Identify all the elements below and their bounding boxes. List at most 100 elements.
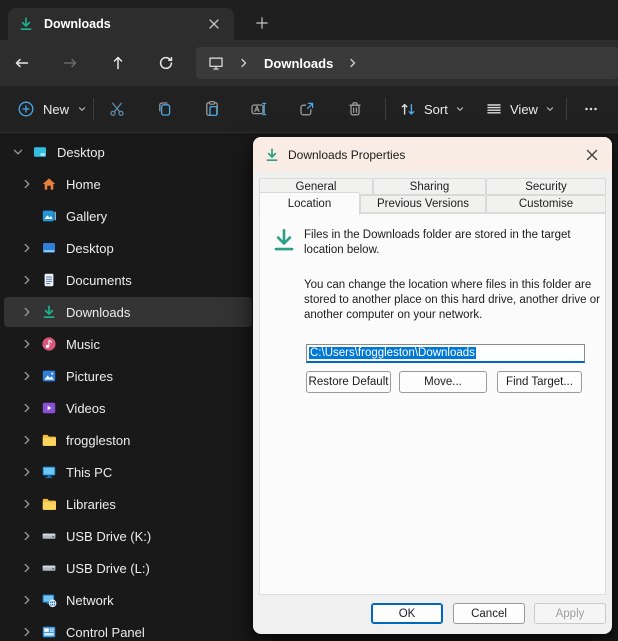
chevron-right-icon[interactable] [19, 400, 35, 416]
sidebar-item-pictures[interactable]: Pictures [4, 361, 252, 391]
chevron-right-icon[interactable] [19, 592, 35, 608]
dialog-close-icon[interactable] [583, 146, 601, 164]
share-button[interactable] [290, 92, 324, 126]
dialog-tab-previous-versions[interactable]: Previous Versions [360, 195, 486, 213]
view-button[interactable]: View [478, 93, 562, 125]
sidebar-item-desktop[interactable]: Desktop [4, 137, 252, 167]
cancel-button[interactable]: Cancel [453, 603, 525, 624]
sidebar-item-label: Desktop [66, 241, 114, 256]
sidebar-item-usb-drive-k[interactable]: USB Drive (K:) [4, 521, 252, 551]
move-button[interactable]: Move... [399, 371, 487, 393]
location-tab-page: Files in the Downloads folder are stored… [259, 213, 606, 595]
network-icon [41, 592, 57, 608]
this-pc-icon[interactable] [208, 55, 224, 71]
chevron-right-icon[interactable] [19, 368, 35, 384]
forward-button[interactable] [54, 47, 86, 79]
command-toolbar: New Sort View [0, 86, 618, 133]
chevron-right-icon[interactable] [345, 55, 361, 71]
sidebar-item-this-pc[interactable]: This PC [4, 457, 252, 487]
sidebar-item-control-panel[interactable]: Control Panel [4, 617, 252, 641]
dialog-tab-security[interactable]: Security [486, 178, 606, 195]
videos-icon [41, 400, 57, 416]
chevron-right-icon[interactable] [236, 55, 252, 71]
chevron-right-icon[interactable] [19, 496, 35, 512]
toolbar-separator [93, 98, 94, 120]
breadcrumb-downloads[interactable]: Downloads [264, 56, 333, 71]
back-button[interactable] [6, 47, 38, 79]
sidebar-item-label: Control Panel [66, 625, 145, 640]
new-label: New [43, 102, 69, 117]
downloads-icon [18, 16, 34, 32]
sidebar-item-music[interactable]: Music [4, 329, 252, 359]
chevron-right-icon[interactable] [19, 528, 35, 544]
sidebar-item-label: Libraries [66, 497, 116, 512]
sidebar-item-gallery[interactable]: Gallery [4, 201, 252, 231]
rename-button[interactable] [242, 92, 276, 126]
find-target-button[interactable]: Find Target... [497, 371, 582, 393]
copy-button[interactable] [147, 92, 181, 126]
cut-button[interactable] [100, 92, 134, 126]
toolbar-separator [566, 98, 567, 120]
refresh-button[interactable] [150, 47, 182, 79]
sidebar-item-label: Videos [66, 401, 106, 416]
chevron-right-icon[interactable] [19, 240, 35, 256]
sidebar-item-home[interactable]: Home [4, 169, 252, 199]
chevron-right-icon[interactable] [19, 336, 35, 352]
sidebar-item-downloads[interactable]: Downloads [4, 297, 252, 327]
navigation-bar: Downloads [0, 40, 618, 86]
address-bar[interactable]: Downloads [196, 47, 618, 79]
control-panel-icon [41, 624, 57, 640]
usb-drive-icon [41, 560, 57, 576]
sidebar-item-label: Music [66, 337, 100, 352]
ok-button[interactable]: OK [371, 603, 443, 624]
dialog-titlebar: Downloads Properties [253, 137, 612, 172]
chevron-right-icon[interactable] [19, 432, 35, 448]
sidebar-item-label: Gallery [66, 209, 107, 224]
sidebar-item-libraries[interactable]: Libraries [4, 489, 252, 519]
dialog-tab-sharing[interactable]: Sharing [373, 178, 486, 195]
chevron-right-icon[interactable] [19, 560, 35, 576]
sidebar-item-label: Network [66, 593, 114, 608]
dialog-tab-customise[interactable]: Customise [486, 195, 606, 213]
chevron-down-icon [455, 104, 465, 114]
see-more-button[interactable] [574, 92, 608, 126]
chevron-right-icon[interactable] [19, 304, 35, 320]
sidebar-item-label: USB Drive (K:) [66, 529, 151, 544]
sidebar-item-froggleston[interactable]: froggleston [4, 425, 252, 455]
new-tab-button[interactable] [252, 13, 272, 33]
chevron-right-icon[interactable] [19, 464, 35, 480]
sidebar-item-usb-drive-l[interactable]: USB Drive (L:) [4, 553, 252, 583]
sidebar-item-label: Pictures [66, 369, 113, 384]
sort-label: Sort [424, 102, 448, 117]
delete-button[interactable] [338, 92, 372, 126]
desktop-teal-icon [32, 144, 48, 160]
sidebar-item-videos[interactable]: Videos [4, 393, 252, 423]
explorer-tab-downloads[interactable]: Downloads [8, 8, 234, 40]
sidebar-item-documents[interactable]: Documents [4, 265, 252, 295]
new-button[interactable]: New [8, 93, 96, 125]
navigation-pane: DesktopHomeGalleryDesktopDocumentsDownlo… [0, 133, 260, 641]
up-button[interactable] [102, 47, 134, 79]
sidebar-item-label: This PC [66, 465, 112, 480]
sidebar-item-network[interactable]: Network [4, 585, 252, 615]
chevron-down-icon[interactable] [10, 144, 26, 160]
target-path-input[interactable]: C:\Users\froggleston\Downloads [306, 344, 585, 363]
folder-icon [41, 496, 57, 512]
sort-button[interactable]: Sort [392, 93, 472, 125]
tab-title: Downloads [44, 17, 194, 31]
gallery-icon [41, 208, 57, 224]
dialog-tab-location[interactable]: Location [259, 192, 360, 215]
music-icon [41, 336, 57, 352]
apply-button[interactable]: Apply [534, 603, 606, 624]
toolbar-separator [385, 98, 386, 120]
usb-drive-icon [41, 528, 57, 544]
chevron-right-icon[interactable] [19, 176, 35, 192]
tab-close-icon[interactable] [204, 14, 224, 34]
sidebar-item-label: USB Drive (L:) [66, 561, 150, 576]
restore-default-button[interactable]: Restore Default [306, 371, 391, 393]
sidebar-item-desktop[interactable]: Desktop [4, 233, 252, 263]
sort-icon [399, 100, 417, 118]
paste-button[interactable] [195, 92, 229, 126]
chevron-right-icon[interactable] [19, 272, 35, 288]
chevron-right-icon[interactable] [19, 624, 35, 640]
